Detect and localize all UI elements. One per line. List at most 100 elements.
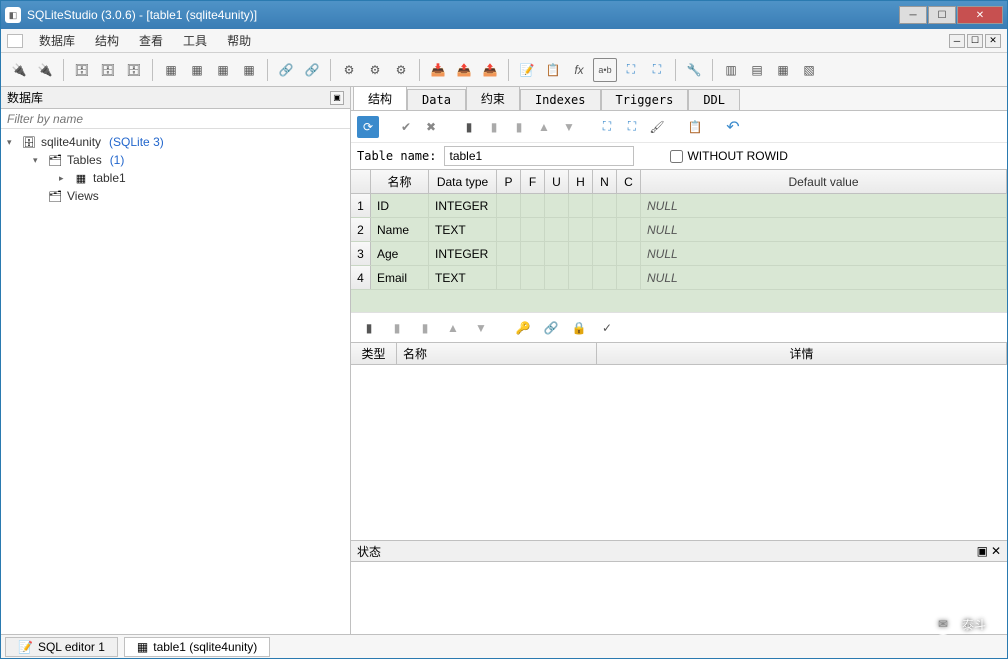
tab-ddl[interactable]: DDL (688, 89, 740, 110)
colname-cell[interactable]: Email (371, 266, 429, 289)
tab-indexes[interactable]: Indexes (520, 89, 601, 110)
del-constraint-icon[interactable]: ▮ (413, 316, 437, 340)
collapse-icon[interactable]: ⛶ (645, 58, 669, 82)
u-cell[interactable] (545, 218, 569, 241)
new-view-icon[interactable]: ▦ (237, 58, 261, 82)
move-down-icon[interactable]: ▼ (558, 116, 580, 138)
menu-help[interactable]: 帮助 (217, 30, 261, 51)
h-cell[interactable] (569, 218, 593, 241)
layout4-icon[interactable]: ▧ (797, 58, 821, 82)
pk-icon[interactable]: 🔑 (511, 316, 535, 340)
without-rowid-checkbox[interactable]: WITHOUT ROWID (670, 149, 787, 163)
add-column-icon[interactable]: ▮ (458, 116, 480, 138)
column-row[interactable]: 3AgeINTEGERNULL (351, 242, 1007, 266)
copy-icon[interactable]: 📋 (684, 116, 706, 138)
paint-icon[interactable]: 🖌 (646, 116, 668, 138)
link2-icon[interactable]: 🔗 (300, 58, 324, 82)
header-f[interactable]: F (521, 170, 545, 193)
status-close-button[interactable]: ✕ (991, 544, 1001, 558)
header-name[interactable]: 名称 (371, 170, 429, 193)
h-cell[interactable] (569, 266, 593, 289)
sql-editor-icon[interactable]: 📝 (515, 58, 539, 82)
del-column-icon[interactable]: ▮ (508, 116, 530, 138)
header-u[interactable]: U (545, 170, 569, 193)
constraint-name-header[interactable]: 名称 (397, 343, 597, 364)
mdi-restore-button[interactable]: ☐ (967, 34, 983, 48)
menu-database[interactable]: 数据库 (29, 30, 85, 51)
link-icon[interactable]: 🔗 (274, 58, 298, 82)
edit-constraint-icon[interactable]: ▮ (385, 316, 409, 340)
connect-icon[interactable]: 🔌 (7, 58, 31, 82)
chevron-down-icon[interactable]: ▾ (33, 155, 43, 166)
n-cell[interactable] (593, 194, 617, 217)
remove-db-icon[interactable]: 🗄 (122, 58, 146, 82)
constraint-type-header[interactable]: 类型 (351, 343, 397, 364)
maximize-button[interactable]: ☐ (928, 6, 956, 24)
del-table-icon[interactable]: ▦ (211, 58, 235, 82)
tree-table1-node[interactable]: ▸ ▦ table1 (3, 169, 348, 187)
column-row[interactable]: 1IDINTEGERNULL (351, 194, 1007, 218)
disconnect-icon[interactable]: 🔌 (33, 58, 57, 82)
u-cell[interactable] (545, 194, 569, 217)
rollback-icon[interactable]: ✖ (420, 116, 442, 138)
default-cell[interactable]: NULL (641, 266, 1007, 289)
add-constraint-icon[interactable]: ▮ (357, 316, 381, 340)
new-table-icon[interactable]: ▦ (159, 58, 183, 82)
undo-icon[interactable]: ↶ (722, 116, 744, 138)
tab-constraints[interactable]: 约束 (466, 86, 520, 110)
p-cell[interactable] (497, 266, 521, 289)
coltype-cell[interactable]: INTEGER (429, 242, 497, 265)
coltype-cell[interactable]: TEXT (429, 266, 497, 289)
p-cell[interactable] (497, 218, 521, 241)
export-icon[interactable]: 📤 (452, 58, 476, 82)
tree-tables-node[interactable]: ▾ 🗂 Tables (1) (3, 151, 348, 169)
tab-data[interactable]: Data (407, 89, 466, 110)
refresh-icon[interactable]: ⟳ (357, 116, 379, 138)
bottom-tab-table[interactable]: ▦ table1 (sqlite4unity) (124, 637, 270, 657)
history-icon[interactable]: 📋 (541, 58, 565, 82)
header-p[interactable]: P (497, 170, 521, 193)
c-cell[interactable] (617, 194, 641, 217)
gear2-icon[interactable]: ⚙ (363, 58, 387, 82)
constraint-details-header[interactable]: 详情 (597, 343, 1007, 364)
colname-cell[interactable]: Name (371, 218, 429, 241)
move-up-icon[interactable]: ▲ (533, 116, 555, 138)
ab-icon[interactable]: a•b (593, 58, 617, 82)
collapse2-icon[interactable]: ⛶ (621, 116, 643, 138)
chevron-down-icon[interactable]: ▾ (7, 137, 17, 148)
gear-icon[interactable]: ⚙ (337, 58, 361, 82)
layout3-icon[interactable]: ▦ (771, 58, 795, 82)
colname-cell[interactable]: Age (371, 242, 429, 265)
c-down-icon[interactable]: ▼ (469, 316, 493, 340)
uq-icon[interactable]: 🔒 (567, 316, 591, 340)
layout2-icon[interactable]: ▤ (745, 58, 769, 82)
without-rowid-input[interactable] (670, 150, 683, 163)
sidebar-dock-button[interactable]: ▣ (330, 91, 344, 105)
p-cell[interactable] (497, 194, 521, 217)
menu-tools[interactable]: 工具 (173, 30, 217, 51)
tree-views-node[interactable]: 🗂 Views (3, 187, 348, 205)
header-c[interactable]: C (617, 170, 641, 193)
edit-table-icon[interactable]: ▦ (185, 58, 209, 82)
column-row[interactable]: 4EmailTEXTNULL (351, 266, 1007, 290)
commit-icon[interactable]: ✔ (395, 116, 417, 138)
tab-structure[interactable]: 结构 (353, 86, 407, 110)
close-button[interactable]: ✕ (957, 6, 1003, 24)
chk-icon[interactable]: ✓ (595, 316, 619, 340)
header-default[interactable]: Default value (641, 170, 1007, 193)
expand-icon[interactable]: ⛶ (619, 58, 643, 82)
import-icon[interactable]: 📥 (426, 58, 450, 82)
fk-icon[interactable]: 🔗 (539, 316, 563, 340)
mdi-close-button[interactable]: ✕ (985, 34, 1001, 48)
f-cell[interactable] (521, 266, 545, 289)
default-cell[interactable]: NULL (641, 242, 1007, 265)
tree-db-node[interactable]: ▾ 🗄 sqlite4unity (SQLite 3) (3, 133, 348, 151)
table-name-input[interactable] (444, 146, 634, 166)
n-cell[interactable] (593, 242, 617, 265)
mdi-minimize-button[interactable]: ─ (949, 34, 965, 48)
chevron-right-icon[interactable]: ▸ (59, 173, 69, 184)
tab-triggers[interactable]: Triggers (601, 89, 689, 110)
edit-column-icon[interactable]: ▮ (483, 116, 505, 138)
menu-view[interactable]: 查看 (129, 30, 173, 51)
edit-db-icon[interactable]: 🗄 (96, 58, 120, 82)
